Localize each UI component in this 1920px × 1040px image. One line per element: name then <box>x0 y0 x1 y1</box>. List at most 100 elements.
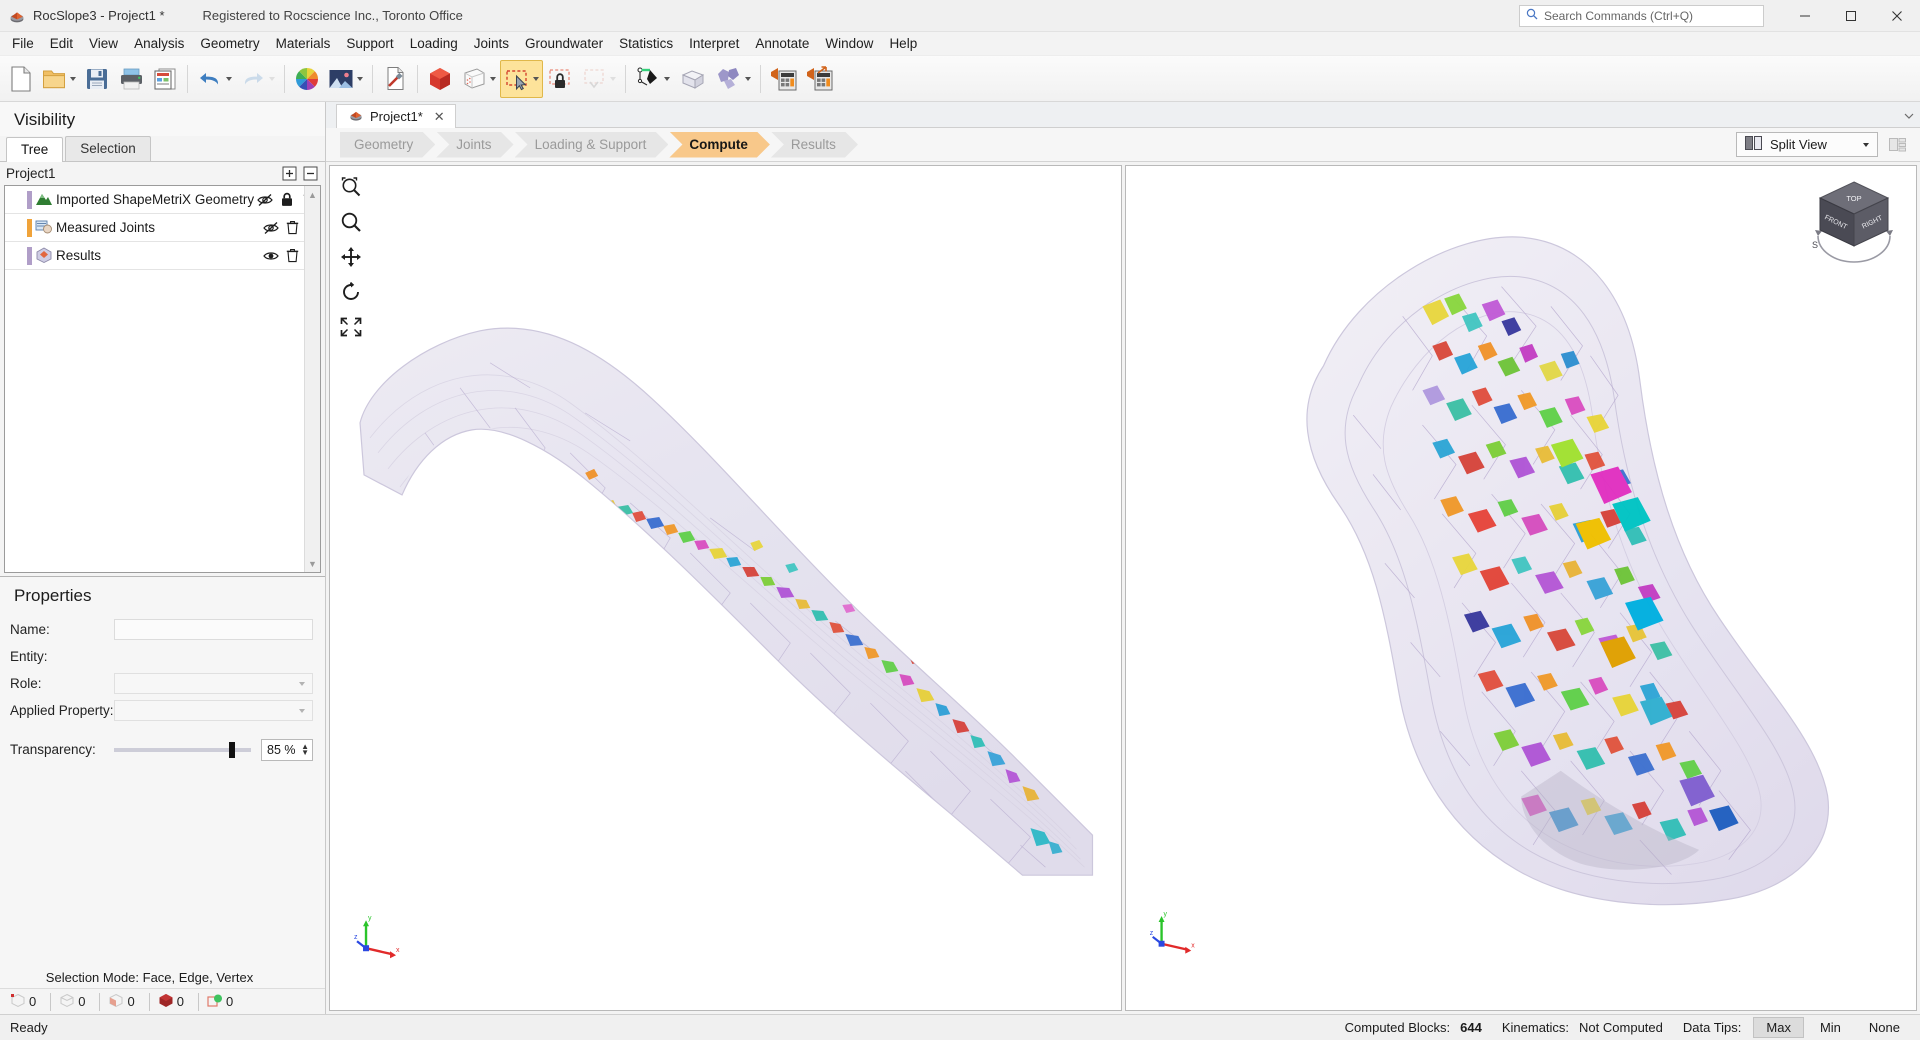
menu-edit[interactable]: Edit <box>42 33 81 55</box>
trash-icon[interactable] <box>282 217 304 239</box>
draw-joint-dropdown-caret[interactable] <box>664 76 670 81</box>
tab-selection[interactable]: Selection <box>65 136 151 161</box>
menu-analysis[interactable]: Analysis <box>126 33 192 55</box>
draw-joint-button[interactable] <box>631 60 674 98</box>
applied-property-dropdown[interactable] <box>114 700 313 721</box>
tree-scrollbar[interactable]: ▲ ▼ <box>303 186 320 572</box>
transparency-slider[interactable] <box>114 741 251 758</box>
chevron-down-icon[interactable] <box>1898 104 1920 128</box>
menu-help[interactable]: Help <box>881 33 925 55</box>
data-tips-max-option[interactable]: Max <box>1753 1017 1804 1038</box>
excavation-box-button[interactable] <box>674 60 710 98</box>
expand-all-icon[interactable] <box>281 165 298 182</box>
menu-statistics[interactable]: Statistics <box>611 33 681 55</box>
lock-icon[interactable] <box>276 189 298 211</box>
image-export-button[interactable] <box>324 60 367 98</box>
magnifier-icon[interactable] <box>338 209 364 235</box>
clear-selection-button[interactable] <box>577 60 620 98</box>
workflow-step-compute[interactable]: Compute <box>669 132 770 158</box>
menu-annotate[interactable]: Annotate <box>747 33 817 55</box>
trash-icon[interactable] <box>298 189 304 211</box>
menu-window[interactable]: Window <box>817 33 881 55</box>
transparency-stepper[interactable]: 85 % ▲ ▼ <box>261 738 313 761</box>
save-file-button[interactable] <box>80 60 114 98</box>
lock-selection-button[interactable] <box>543 60 577 98</box>
stepper-arrows-icon[interactable]: ▲ ▼ <box>301 742 309 756</box>
redo-button[interactable] <box>236 60 279 98</box>
menu-view[interactable]: View <box>81 33 126 55</box>
tree-item-results[interactable]: Results <box>5 242 304 270</box>
wireframe-dropdown-caret[interactable] <box>490 76 496 81</box>
zoom-window-icon[interactable] <box>338 174 364 200</box>
print-button[interactable] <box>114 60 148 98</box>
select-box-dropdown-caret[interactable] <box>533 76 539 81</box>
undo-button[interactable] <box>193 60 236 98</box>
menu-file[interactable]: File <box>4 33 42 55</box>
split-view-dropdown[interactable]: Split View <box>1736 132 1878 157</box>
menu-groundwater[interactable]: Groundwater <box>517 33 611 55</box>
menu-joints[interactable]: Joints <box>466 33 517 55</box>
svg-text:x: x <box>1191 943 1195 950</box>
eye-hidden-icon[interactable] <box>260 217 282 239</box>
tree-item-imported-geometry[interactable]: Imported ShapeMetriX Geometry <box>5 186 304 214</box>
menu-interpret[interactable]: Interpret <box>681 33 747 55</box>
color-wheel-button[interactable] <box>290 60 324 98</box>
solid-view-button[interactable] <box>423 60 457 98</box>
search-commands-box[interactable]: Search Commands (Ctrl+Q) <box>1519 4 1764 27</box>
close-icon[interactable]: ✕ <box>434 109 445 125</box>
zoom-all-icon[interactable] <box>338 314 364 340</box>
wireframe-view-button[interactable] <box>457 60 500 98</box>
minimize-button[interactable] <box>1782 0 1828 32</box>
property-row-applied-property: Applied Property: <box>0 697 325 724</box>
name-field[interactable] <box>114 619 313 640</box>
maximize-button[interactable] <box>1828 0 1874 32</box>
clear-selection-dropdown-caret[interactable] <box>610 76 616 81</box>
entity-label: Entity: <box>10 649 48 664</box>
trash-icon[interactable] <box>282 245 304 267</box>
eye-visible-icon[interactable] <box>260 245 282 267</box>
workflow-step-results[interactable]: Results <box>771 132 858 158</box>
document-tab-project1[interactable]: Project1* ✕ <box>336 104 456 128</box>
block-tool-dropdown-caret[interactable] <box>745 76 751 81</box>
undo-dropdown-caret[interactable] <box>226 76 232 81</box>
image-export-dropdown-caret[interactable] <box>357 76 363 81</box>
scroll-up-icon[interactable]: ▲ <box>305 186 320 203</box>
rotate-icon[interactable] <box>338 279 364 305</box>
block-tool-button[interactable] <box>710 60 755 98</box>
redo-dropdown-caret[interactable] <box>269 76 275 81</box>
workflow-bar: Geometry Joints Loading & Support Comput… <box>326 128 1920 162</box>
report-button[interactable] <box>148 60 182 98</box>
menu-loading[interactable]: Loading <box>402 33 466 55</box>
right-viewport[interactable]: y x z S TOP FRONT RIGHT <box>1124 165 1917 1011</box>
chevron-down-icon[interactable] <box>1863 142 1869 147</box>
data-tips-min-option[interactable]: Min <box>1808 1018 1853 1037</box>
workflow-step-geometry[interactable]: Geometry <box>340 132 435 158</box>
search-input[interactable]: Search Commands (Ctrl+Q) <box>1544 9 1693 23</box>
pan-arrows-icon[interactable] <box>338 244 364 270</box>
open-file-button[interactable] <box>38 60 80 98</box>
role-dropdown[interactable] <box>114 673 313 694</box>
data-tips-none-option[interactable]: None <box>1857 1018 1912 1037</box>
new-file-button[interactable] <box>4 60 38 98</box>
menu-support[interactable]: Support <box>338 33 401 55</box>
close-button[interactable] <box>1874 0 1920 32</box>
eye-hidden-icon[interactable] <box>254 189 276 211</box>
workflow-step-joints[interactable]: Joints <box>436 132 513 158</box>
workflow-step-loading-support[interactable]: Loading & Support <box>515 132 669 158</box>
compute-button[interactable] <box>766 60 802 98</box>
measure-tool-button[interactable] <box>378 60 412 98</box>
open-file-dropdown-caret[interactable] <box>70 76 76 81</box>
menu-materials[interactable]: Materials <box>268 33 339 55</box>
view-navigation-cube[interactable]: S TOP FRONT RIGHT <box>1808 176 1900 268</box>
menu-geometry[interactable]: Geometry <box>192 33 267 55</box>
scroll-down-icon[interactable]: ▼ <box>305 555 320 572</box>
compute-export-button[interactable] <box>802 60 838 98</box>
tab-tree[interactable]: Tree <box>6 137 64 162</box>
transparency-slider-thumb[interactable] <box>229 741 236 758</box>
svg-text:y: y <box>368 915 372 922</box>
collapse-all-icon[interactable] <box>302 165 319 182</box>
select-box-button[interactable] <box>500 59 543 98</box>
tree-item-measured-joints[interactable]: Measured Joints <box>5 214 304 242</box>
view-layout-button[interactable] <box>1884 132 1910 158</box>
left-viewport[interactable]: y x z <box>329 165 1122 1011</box>
